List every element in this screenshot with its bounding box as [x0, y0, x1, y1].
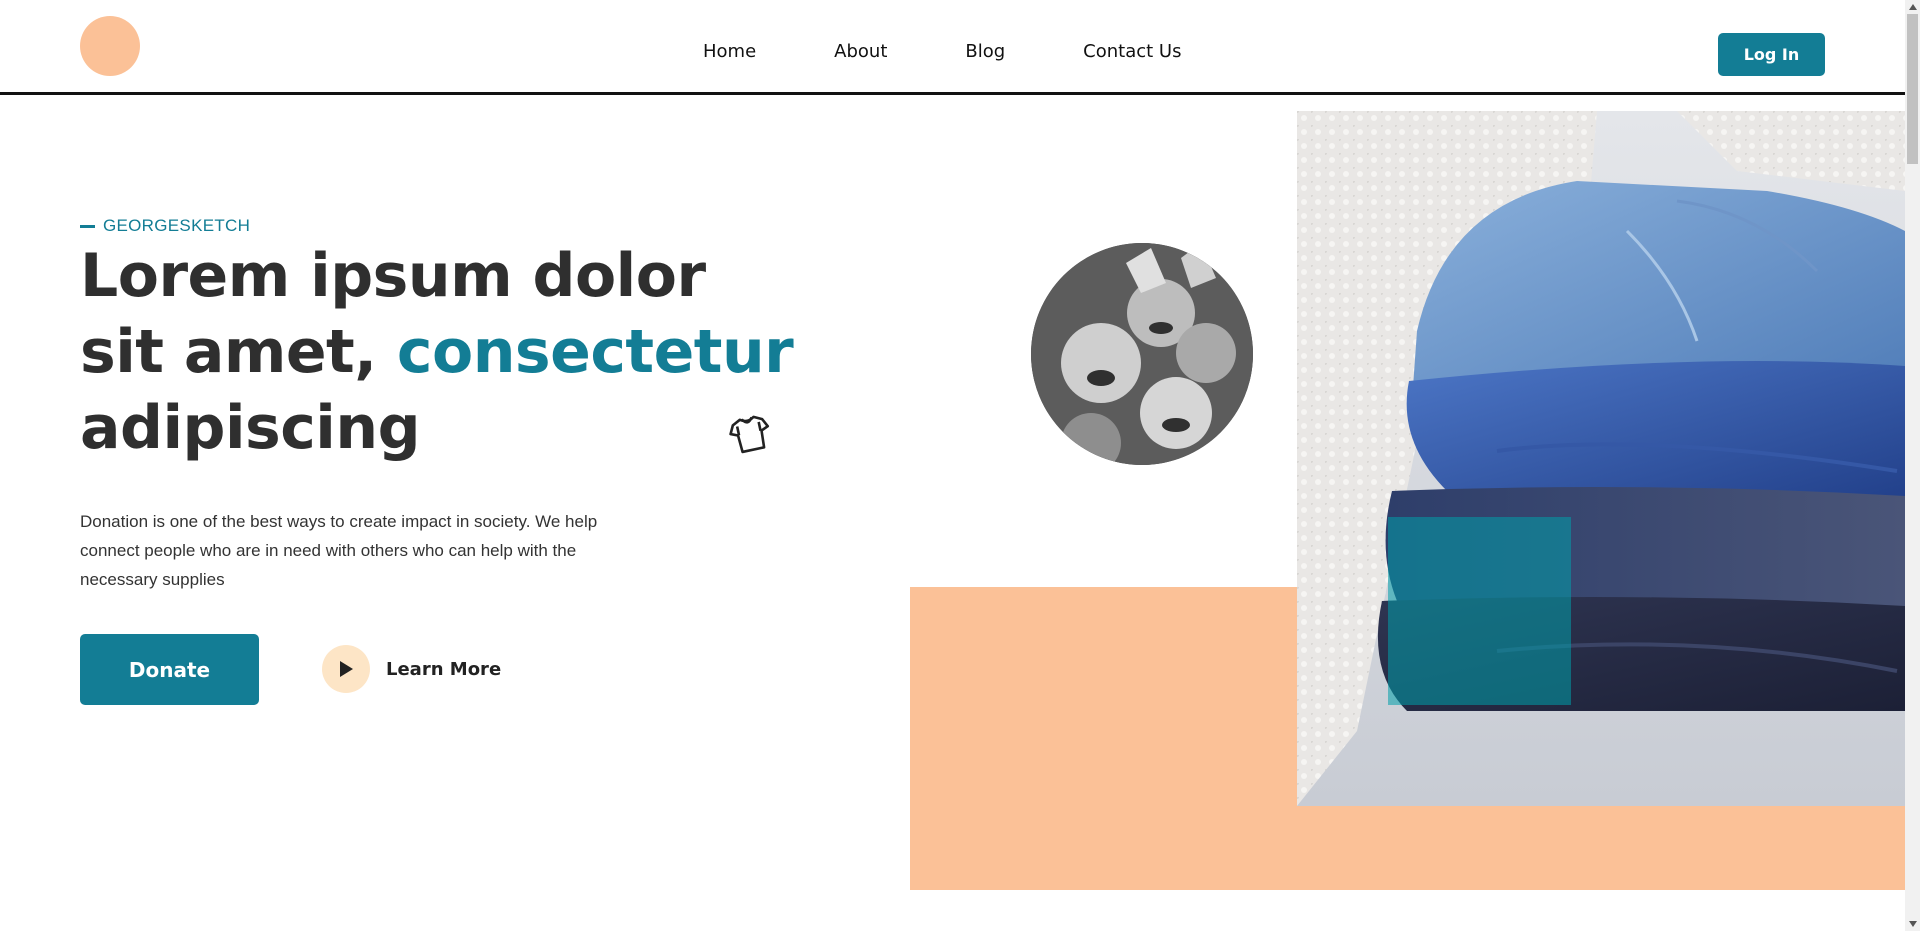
- headline-accent: consectetur: [396, 314, 794, 390]
- login-button[interactable]: Log In: [1718, 33, 1825, 76]
- play-icon[interactable]: [322, 645, 370, 693]
- nav-contact-link[interactable]: Contact Us: [1083, 40, 1181, 64]
- scroll-up-arrow-icon[interactable]: [1905, 0, 1920, 14]
- learn-more-link[interactable]: Learn More: [322, 645, 501, 693]
- learn-more-label[interactable]: Learn More: [386, 659, 501, 680]
- hero-description: Donation is one of the best ways to crea…: [80, 512, 598, 589]
- headline-part2: adipiscing: [80, 393, 421, 463]
- nav-blog-link[interactable]: Blog: [965, 40, 1005, 64]
- decor-teal-overlay: [1388, 517, 1571, 705]
- circle-logo-icon[interactable]: [80, 16, 140, 76]
- nav-home-link[interactable]: Home: [703, 40, 756, 64]
- tshirt-icon: [729, 415, 770, 454]
- hero-headline: Lorem ipsum dolor sit amet, consectetur …: [80, 238, 800, 466]
- scroll-thumb[interactable]: [1907, 14, 1918, 164]
- page: Home About Blog Contact Us Log In GEORGE…: [0, 0, 1920, 931]
- main-nav: Home About Blog Contact Us: [703, 40, 1181, 64]
- eyebrow-dash: [80, 224, 95, 228]
- kids-photo: [1031, 243, 1253, 465]
- eyebrow: GEORGESKETCH: [80, 216, 250, 236]
- scroll-down-arrow-icon[interactable]: [1905, 917, 1920, 931]
- page-scrollbar[interactable]: [1905, 0, 1920, 931]
- donate-button[interactable]: Donate: [80, 634, 259, 705]
- nav-about-link[interactable]: About: [834, 40, 887, 64]
- site-header: Home About Blog Contact Us Log In: [0, 0, 1905, 95]
- eyebrow-label: GEORGESKETCH: [103, 216, 251, 235]
